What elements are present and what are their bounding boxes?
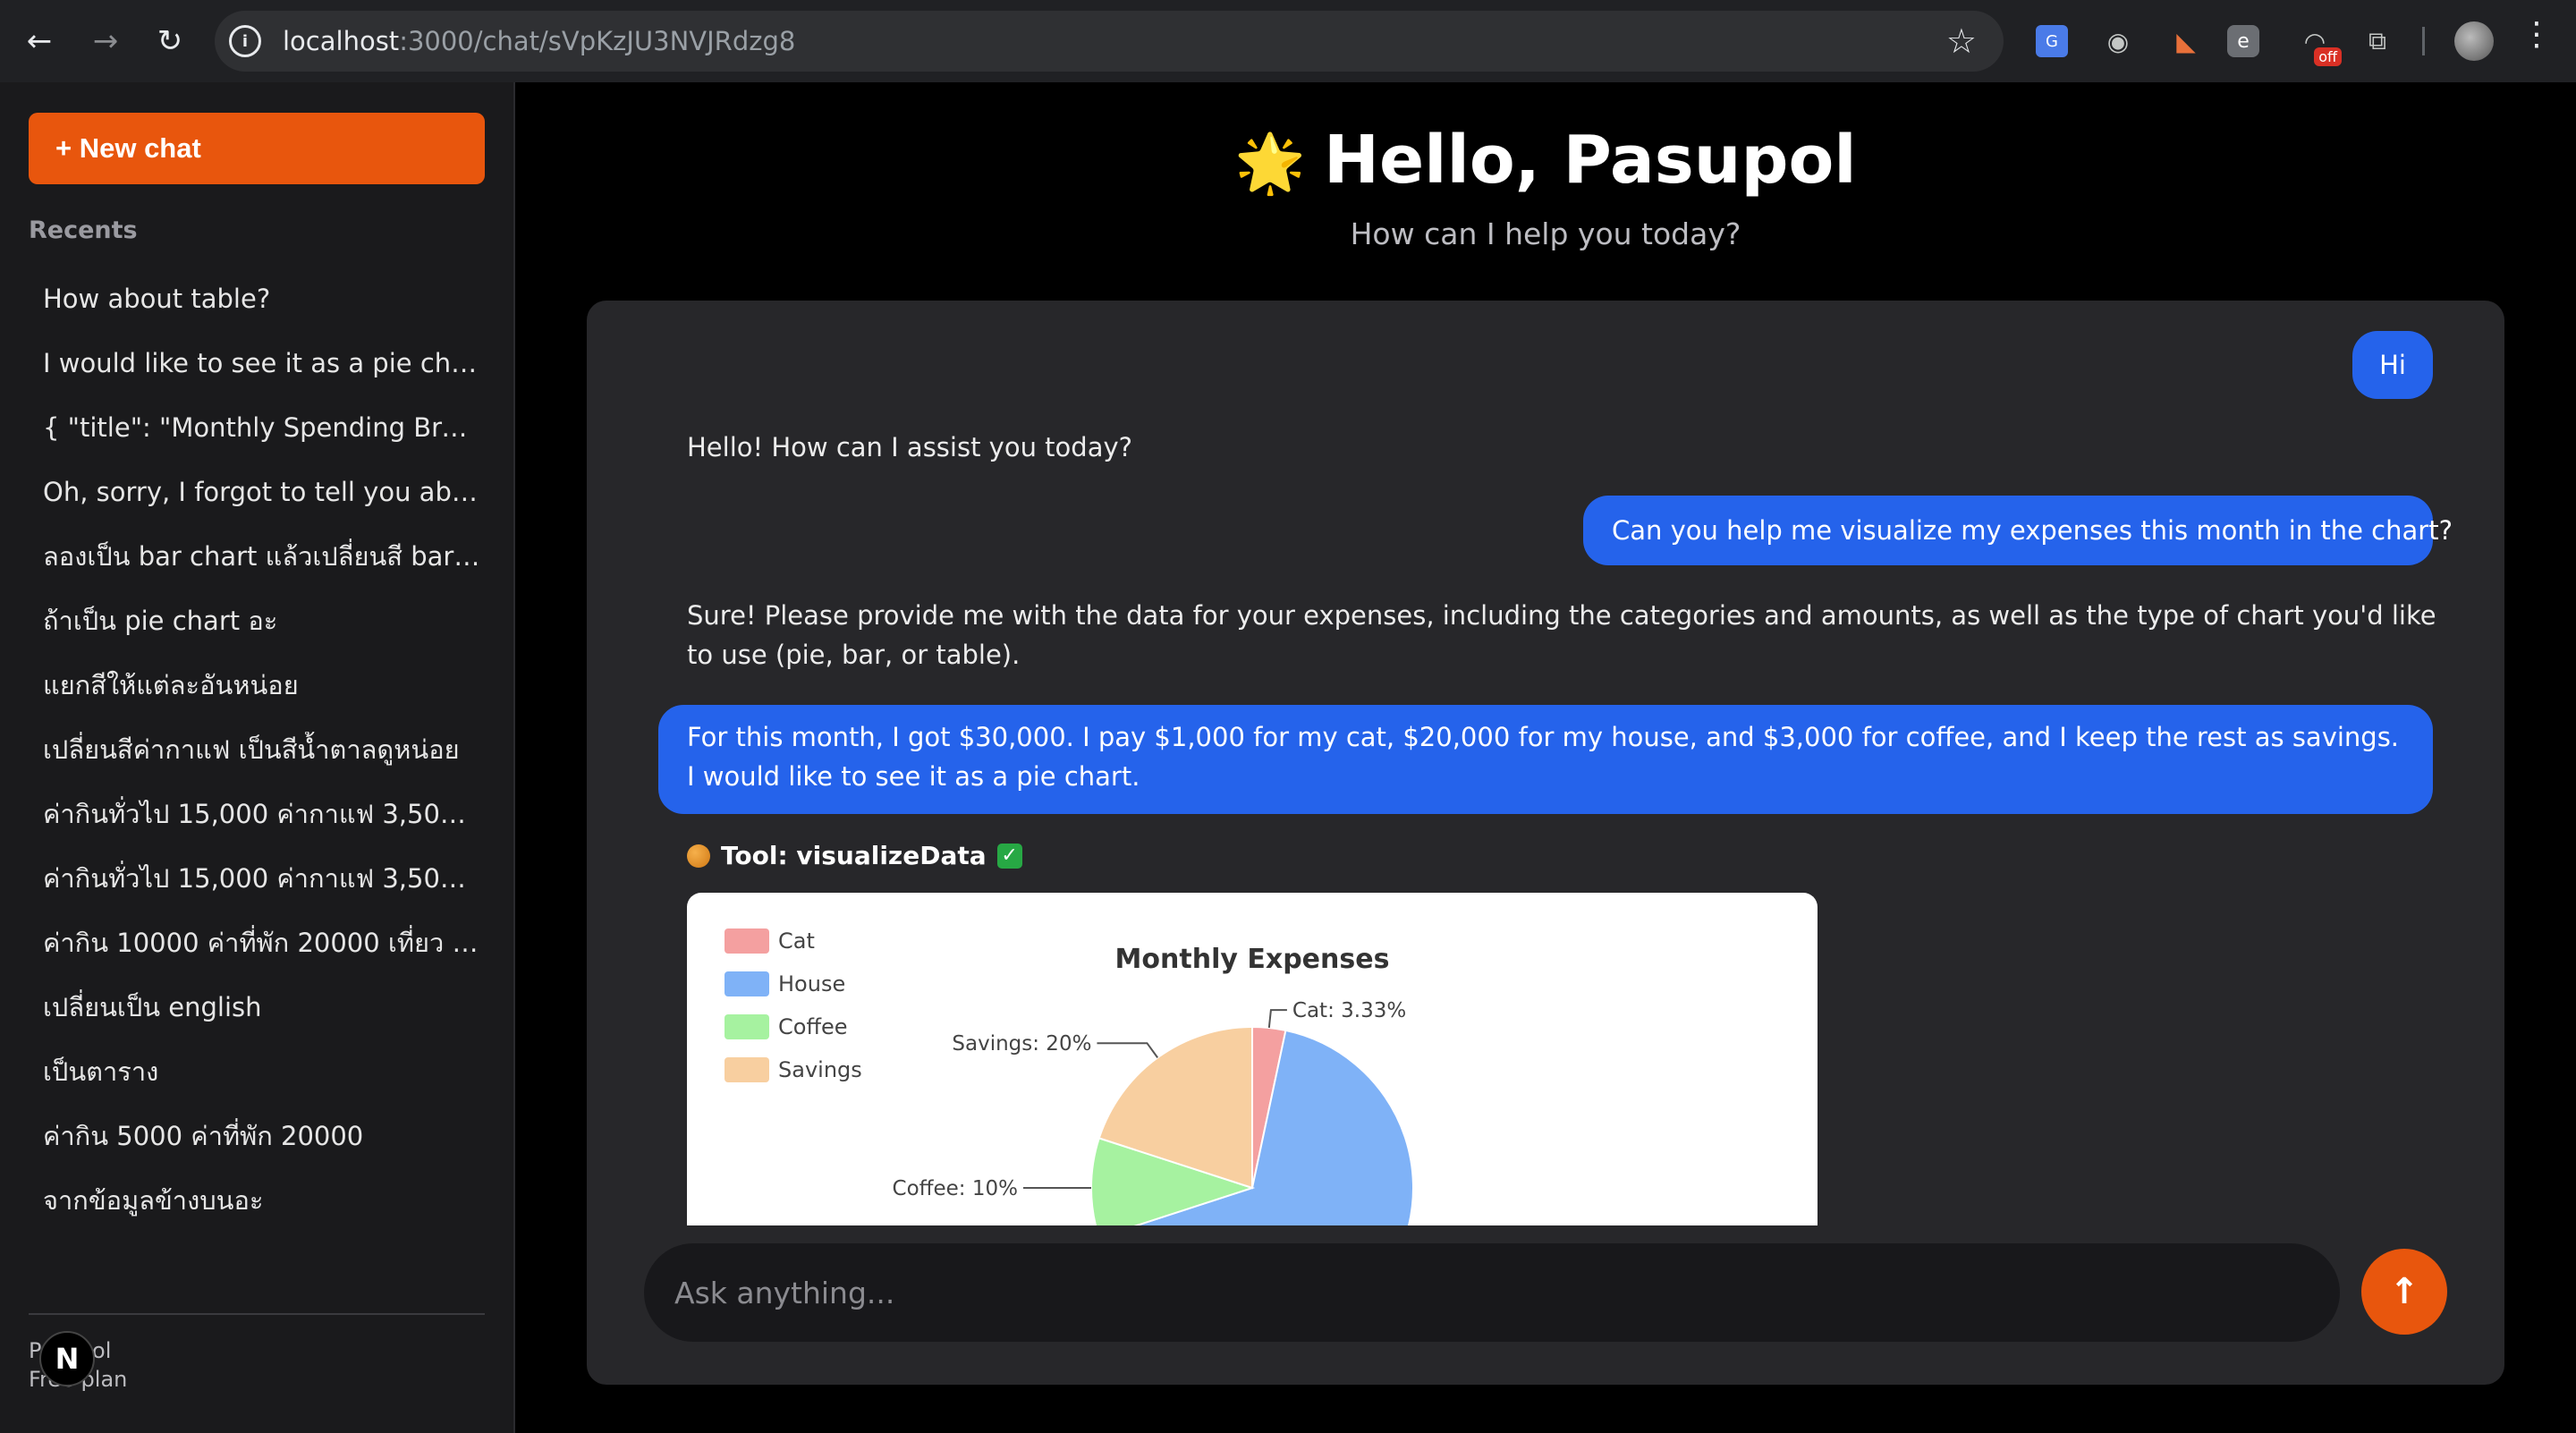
e-extension-icon[interactable]: e bbox=[2227, 25, 2259, 57]
recent-chat-item[interactable]: เปลี่ยนเป็น english bbox=[43, 989, 481, 1054]
profile-avatar[interactable] bbox=[2454, 21, 2494, 61]
pie-slices bbox=[1090, 1025, 1414, 1225]
assistant-message: Sure! Please provide me with the data fo… bbox=[687, 600, 2436, 670]
translate-extension-icon[interactable]: G bbox=[2036, 25, 2068, 57]
pie-data-label: Cat: 3.33% bbox=[1292, 999, 1406, 1022]
recent-chat-item[interactable]: ค่ากินทั่วไป 15,000 ค่ากาแฟ 3,500 ค่า... bbox=[43, 796, 481, 861]
recent-chat-item[interactable]: Oh, sorry, I forgot to tell you abo... bbox=[43, 474, 481, 538]
send-button[interactable]: ↑ bbox=[2361, 1249, 2447, 1335]
pie-chart: Monthly Expenses Cat House Coffee Savings C… bbox=[724, 928, 1414, 1225]
off-badge: off bbox=[2314, 47, 2342, 66]
user-message: For this month, I got $30,000. I pay $1,… bbox=[658, 705, 2433, 814]
nextjs-badge-icon[interactable]: N bbox=[39, 1331, 95, 1386]
off-extension-icon[interactable]: ◠ off bbox=[2295, 21, 2342, 66]
legend-label[interactable]: Savings bbox=[778, 1057, 862, 1082]
arrow-up-icon: ↑ bbox=[2389, 1271, 2419, 1312]
recent-chat-item[interactable]: ค่ากินทั่วไป 15,000 ค่ากาแฟ 3,500 ค่า... bbox=[43, 861, 481, 925]
new-chat-button[interactable]: + New chat bbox=[29, 113, 485, 184]
recents-heading: Recents bbox=[29, 216, 138, 244]
pie-data-label: Coffee: 10% bbox=[893, 1177, 1018, 1200]
reload-icon[interactable]: ↻ bbox=[145, 16, 195, 66]
label-leader-line bbox=[1097, 1042, 1159, 1058]
chart-legend: Cat House Coffee Savings bbox=[724, 928, 862, 1082]
star-icon: 🌟 bbox=[1234, 131, 1307, 197]
tool-name: Tool: visualizeData bbox=[721, 841, 987, 870]
browser-toolbar: ← → ↻ i localhost:3000/chat/sVpKzJU3NVJR… bbox=[0, 0, 2576, 82]
check-icon: ✓ bbox=[996, 843, 1022, 869]
legend-label[interactable]: Coffee bbox=[778, 1014, 848, 1039]
sidebar: + New chat Recents How about table? I wo… bbox=[0, 82, 515, 1433]
legend-swatch[interactable] bbox=[724, 971, 769, 996]
legend-swatch[interactable] bbox=[724, 1057, 769, 1082]
label-leader-line bbox=[1267, 1009, 1287, 1029]
recents-list: How about table? I would like to see it … bbox=[43, 281, 481, 1247]
recent-chat-item[interactable]: I would like to see it as a pie cha... bbox=[43, 345, 481, 410]
recent-chat-item[interactable]: ค่ากิน 5000 ค่าที่พัก 20000 bbox=[43, 1118, 481, 1183]
user-message: Can you help me visualize my expenses th… bbox=[1583, 496, 2453, 565]
chart-title: Monthly Expenses bbox=[1115, 944, 1390, 975]
greeting-subtitle: How can I help you today? bbox=[1350, 216, 1741, 251]
address-bar[interactable]: i localhost:3000/chat/sVpKzJU3NVJRdzg8 ☆ bbox=[215, 11, 2004, 72]
recent-chat-item[interactable]: จากข้อมูลข้างบนอะ bbox=[43, 1183, 481, 1247]
recent-chat-item[interactable]: เป็นตาราง bbox=[43, 1054, 481, 1118]
recent-chat-item[interactable]: How about table? bbox=[43, 281, 481, 345]
recent-chat-item[interactable]: ค่ากิน 10000 ค่าที่พัก 20000 เที่ยว 5... bbox=[43, 925, 481, 989]
bookmark-star-icon[interactable]: ☆ bbox=[1946, 21, 1977, 61]
site-info-icon[interactable]: i bbox=[229, 25, 261, 57]
chat-panel: Hi Hello! How can I assist you today? Ca… bbox=[587, 301, 2504, 1385]
extensions-puzzle-icon[interactable]: ⧉ bbox=[2358, 21, 2397, 61]
legend-label[interactable]: Cat bbox=[778, 928, 815, 954]
legend-swatch[interactable] bbox=[724, 1014, 769, 1039]
recent-chat-item[interactable]: { "title": "Monthly Spending Break... bbox=[43, 410, 481, 474]
tool-status-icon bbox=[687, 844, 710, 868]
pie-data-label: Savings: 20% bbox=[952, 1032, 1091, 1056]
legend-swatch[interactable] bbox=[724, 928, 769, 954]
chat-input-container bbox=[644, 1243, 2340, 1342]
greeting: 🌟 Hello, Pasupol How can I help you today… bbox=[515, 82, 2576, 251]
recent-chat-item[interactable]: ลองเป็น bar chart แล้วเปลี่ยนสี bar ... bbox=[43, 538, 481, 603]
url-text[interactable]: localhost:3000/chat/sVpKzJU3NVJRdzg8 bbox=[283, 26, 795, 56]
page-title: 🌟 Hello, Pasupol bbox=[515, 122, 2576, 199]
pie-chart-card: Monthly Expenses Cat House Coffee Savings C… bbox=[687, 893, 1818, 1225]
tool-call-label: Tool: visualizeData ✓ bbox=[687, 841, 1022, 870]
url-host: localhost bbox=[283, 26, 400, 56]
recent-chat-item[interactable]: ถ้าเป็น pie chart อะ bbox=[43, 603, 481, 667]
toolbar-divider bbox=[2422, 27, 2425, 55]
greeting-title: Hello, Pasupol bbox=[1324, 122, 1857, 199]
sidebar-divider bbox=[29, 1313, 485, 1315]
user-message: Hi bbox=[2352, 331, 2433, 399]
recent-chat-item[interactable]: แยกสีให้แต่ละอันหน่อย bbox=[43, 667, 481, 732]
forward-icon[interactable]: → bbox=[80, 16, 131, 66]
recent-chat-item[interactable]: เปลี่ยนสีค่ากาแฟ เป็นสีน้ำตาลดูหน่อย bbox=[43, 732, 481, 796]
back-icon[interactable]: ← bbox=[14, 16, 64, 66]
camera-extension-icon[interactable]: ◉ bbox=[2098, 21, 2138, 61]
assistant-message: Hello! How can I assist you today? bbox=[687, 432, 1133, 462]
pdf-extension-icon[interactable]: ◣ bbox=[2166, 21, 2206, 61]
url-path: :3000/chat/sVpKzJU3NVJRdzg8 bbox=[399, 26, 796, 56]
legend-label[interactable]: House bbox=[778, 971, 845, 996]
browser-menu-icon[interactable]: ⋮ bbox=[2521, 16, 2553, 53]
chat-input[interactable] bbox=[674, 1243, 2302, 1342]
